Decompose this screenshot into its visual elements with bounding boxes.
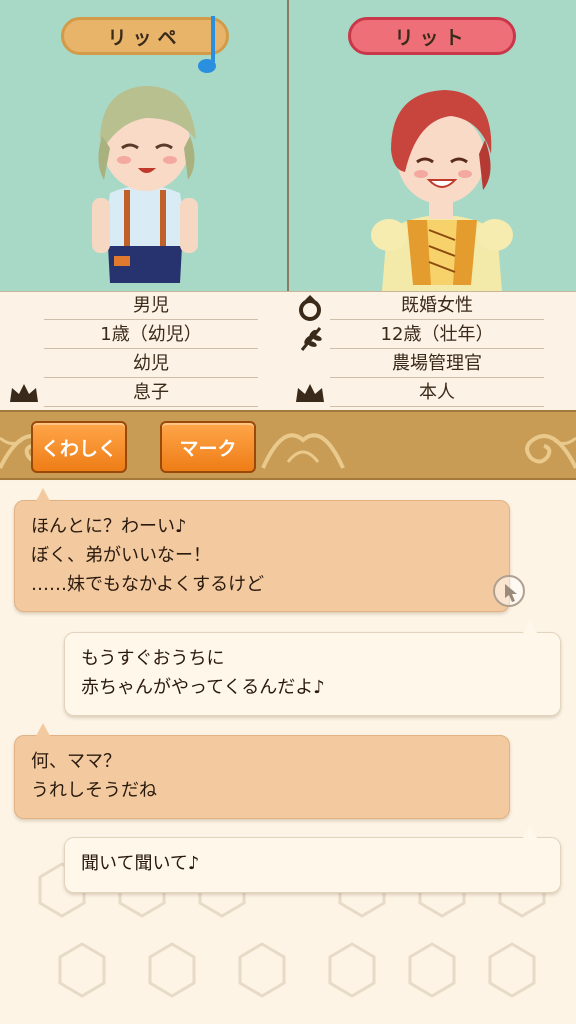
message-line: 赤ちゃんがやってくるんだよ♪ xyxy=(81,677,325,698)
crown-icon xyxy=(296,384,324,402)
crown-icon xyxy=(10,384,38,402)
left-job: 幼児 xyxy=(44,350,258,378)
action-bar: くわしく マーク xyxy=(0,410,576,480)
bubble-tail xyxy=(36,723,50,736)
left-age: 1歳（幼児） xyxy=(44,321,258,349)
message-line: ぼく、弟がいいなー！ xyxy=(31,545,211,566)
right-job: 農場管理官 xyxy=(330,350,544,378)
conversation-area[interactable]: ほんとに？わーい♪ ぼく、弟がいいなー！ ……妹でもなかよくするけど もうすぐお… xyxy=(0,482,576,1024)
ornament-middle xyxy=(261,433,345,469)
right-portrait[interactable]: リット xyxy=(289,0,576,291)
tap-icon[interactable] xyxy=(492,574,526,608)
left-relation: 息子 xyxy=(44,379,258,407)
ornament-right xyxy=(525,434,576,469)
character-info-panel: 男児 1歳（幼児） 幼児 息子 既婚女性 12歳（壮年） 農場管理官 本人 xyxy=(0,291,576,410)
message-bubble-partner: 何、ママ？ うれしそうだね xyxy=(14,735,510,819)
left-gender: 男児 xyxy=(44,292,258,320)
mark-button[interactable]: マーク xyxy=(160,421,256,473)
bubble-tail xyxy=(36,488,50,501)
boy-character-image xyxy=(92,86,198,283)
message-line: もうすぐおうちに xyxy=(81,648,225,669)
message-line: 何、ママ？ xyxy=(31,751,121,772)
bubble-tail xyxy=(523,620,537,633)
message-bubble-self: 聞いて聞いて♪ xyxy=(64,837,561,893)
bubble-tail xyxy=(523,825,537,838)
music-note-icon xyxy=(198,16,216,73)
right-relation: 本人 xyxy=(330,379,544,407)
right-gender: 既婚女性 xyxy=(330,292,544,320)
right-age: 12歳（壮年） xyxy=(330,321,544,349)
ring-icon xyxy=(299,295,321,321)
woman-character-image xyxy=(371,90,513,291)
detail-button[interactable]: くわしく xyxy=(31,421,127,473)
message-line: 聞いて聞いて♪ xyxy=(81,853,200,874)
message-bubble-partner: ほんとに？わーい♪ ぼく、弟がいいなー！ ……妹でもなかよくするけど xyxy=(14,500,510,612)
message-line: ……妹でもなかよくするけど xyxy=(31,574,265,595)
message-line: ほんとに？わーい♪ xyxy=(31,516,187,537)
right-name-tag[interactable]: リット xyxy=(348,17,516,55)
message-line: うれしそうだね xyxy=(31,780,157,801)
wheat-icon xyxy=(300,327,322,351)
left-portrait[interactable]: リッペ xyxy=(0,0,287,291)
message-bubble-self: もうすぐおうちに 赤ちゃんがやってくるんだよ♪ xyxy=(64,632,561,716)
